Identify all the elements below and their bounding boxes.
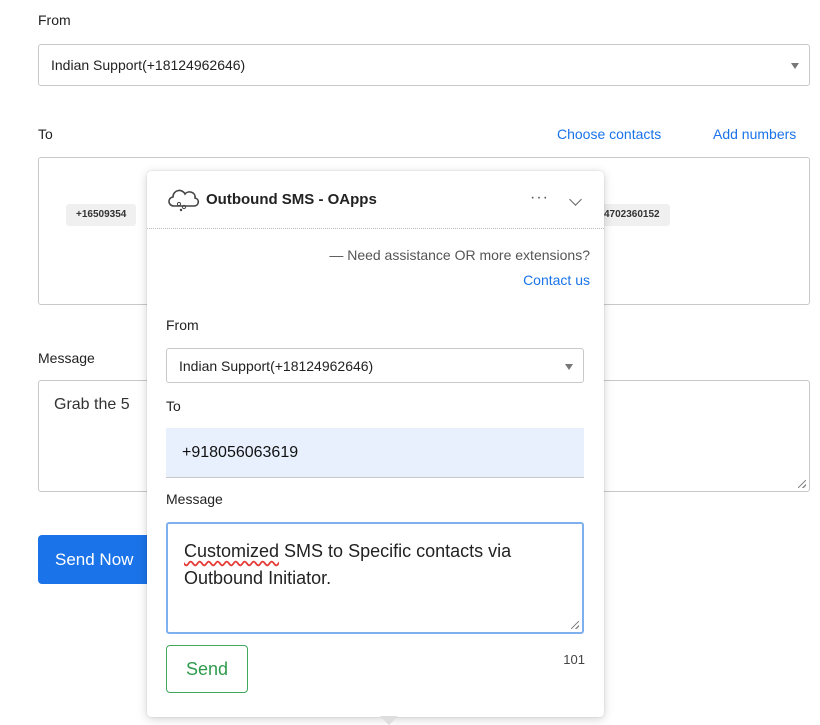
more-options-icon[interactable]: ··· bbox=[530, 189, 549, 207]
assistance-text: — Need assistance OR more extensions? bbox=[329, 247, 590, 263]
popup-from-label: From bbox=[166, 317, 199, 333]
to-label: To bbox=[38, 126, 53, 142]
popup-from-value: Indian Support(+18124962646) bbox=[179, 358, 374, 374]
chevron-down-icon[interactable] bbox=[569, 193, 582, 206]
resize-handle[interactable] bbox=[571, 621, 579, 629]
choose-contacts-link[interactable]: Choose contacts bbox=[557, 126, 661, 142]
send-button[interactable]: Send bbox=[166, 645, 248, 693]
recipient-chip[interactable]: +16509354 bbox=[66, 204, 137, 226]
chevron-down-icon bbox=[565, 364, 573, 370]
from-select-value: Indian Support(+18124962646) bbox=[51, 57, 246, 73]
send-now-button[interactable]: Send Now bbox=[38, 535, 158, 584]
from-label: From bbox=[38, 12, 71, 28]
popup-message-value: Customized SMS to Specific contacts via … bbox=[184, 538, 562, 592]
chevron-down-icon bbox=[791, 63, 799, 69]
cloud-icon bbox=[168, 189, 200, 212]
popup-message-label: Message bbox=[166, 491, 223, 507]
recipient-chip[interactable]: 4702360152 bbox=[594, 204, 670, 226]
character-count: 101 bbox=[563, 652, 585, 667]
popup-to-value: +918056063619 bbox=[182, 444, 299, 461]
misspelled-word: Customized bbox=[184, 541, 280, 561]
popup-title: Outbound SMS - OApps bbox=[206, 191, 377, 208]
divider bbox=[147, 228, 604, 229]
popup-pointer bbox=[380, 716, 398, 725]
popup-from-select[interactable]: Indian Support(+18124962646) bbox=[166, 348, 584, 383]
outbound-sms-popup: Outbound SMS - OApps ··· — Need assistan… bbox=[147, 171, 604, 717]
popup-to-input[interactable]: +918056063619 bbox=[166, 428, 584, 478]
message-label: Message bbox=[38, 350, 95, 366]
resize-handle[interactable] bbox=[798, 480, 806, 488]
add-numbers-link[interactable]: Add numbers bbox=[713, 126, 796, 142]
popup-to-label: To bbox=[166, 398, 181, 414]
contact-us-link[interactable]: Contact us bbox=[523, 272, 590, 288]
from-select[interactable]: Indian Support(+18124962646) bbox=[38, 44, 810, 86]
message-value: Grab the 5 bbox=[54, 396, 130, 413]
popup-message-textarea[interactable]: Customized SMS to Specific contacts via … bbox=[166, 522, 584, 634]
